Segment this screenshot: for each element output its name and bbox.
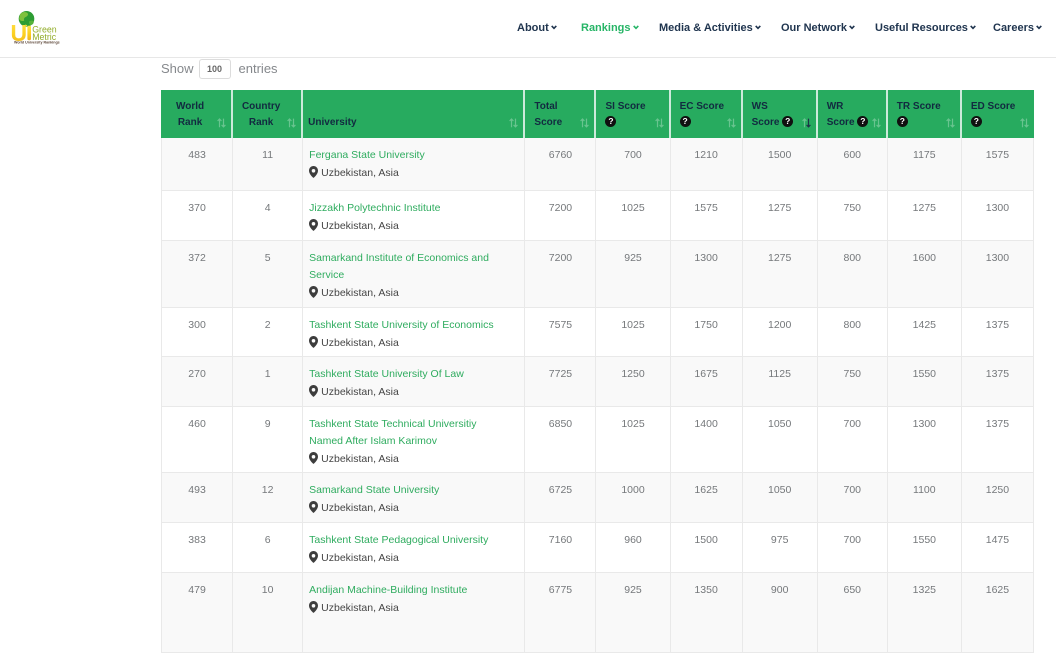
svg-text:World University Rankings: World University Rankings xyxy=(14,40,60,44)
